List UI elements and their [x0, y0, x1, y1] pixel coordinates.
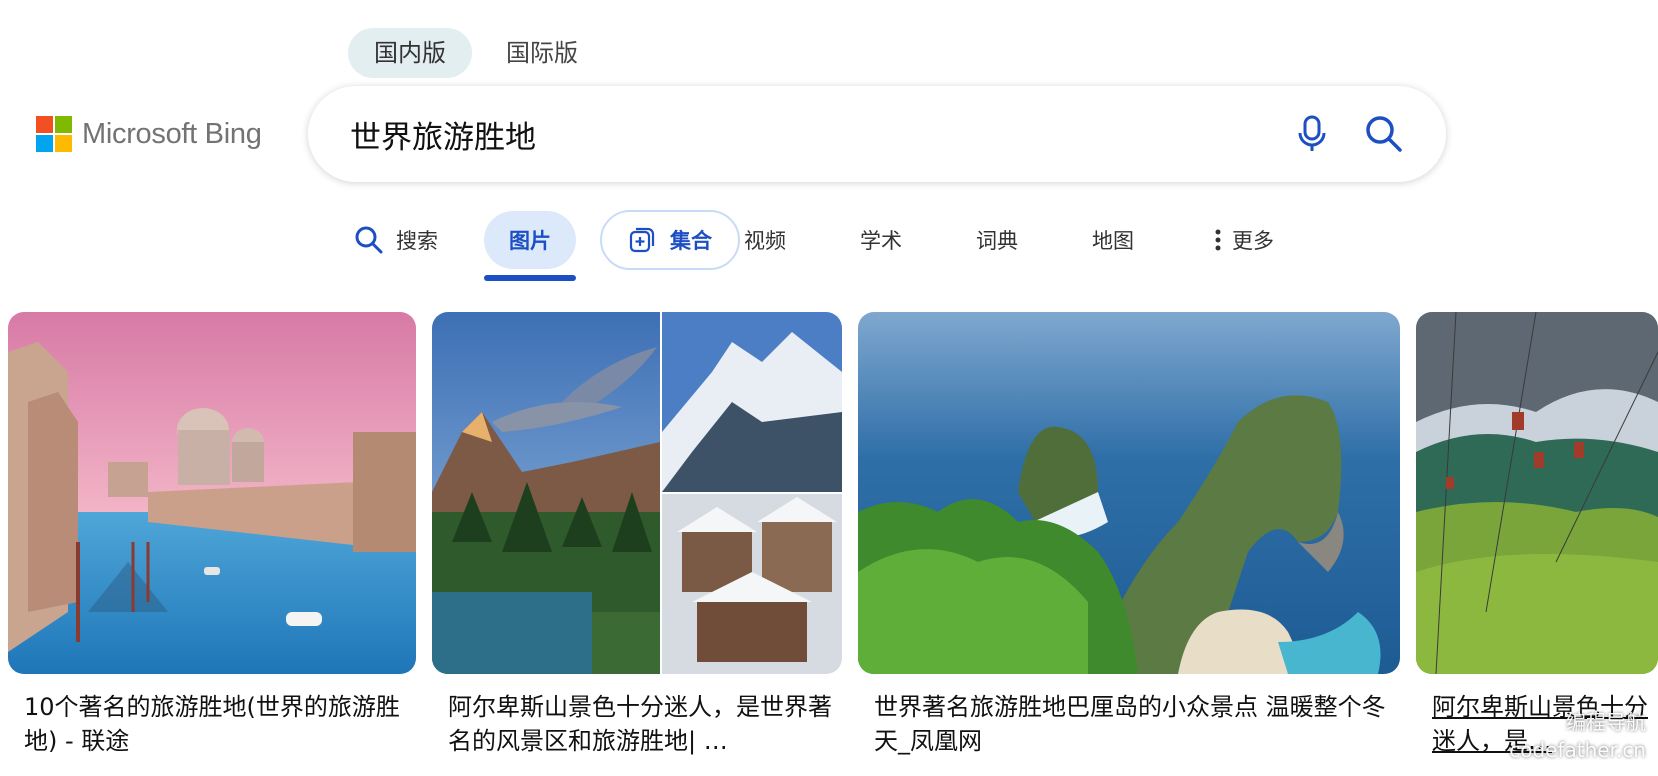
vertical-dots-icon	[1215, 229, 1221, 251]
tab-label: 图片	[509, 229, 551, 253]
image-result[interactable]: 阿尔卑斯山景色十分迷人，是…	[1416, 312, 1658, 776]
tab-label: 更多	[1232, 229, 1274, 253]
tab-label: 词典	[976, 229, 1018, 253]
watermark-line1: 编程导航	[1566, 710, 1646, 734]
microsoft-logo-icon	[36, 116, 72, 152]
tab-images[interactable]: 图片	[484, 211, 576, 281]
result-image[interactable]	[858, 312, 1400, 674]
tab-search[interactable]: 搜索	[350, 211, 476, 269]
vertical-tabs: 搜索 图片 集合 视频 学术 词典 地图 更多	[350, 210, 1274, 281]
logo-text: Microsoft Bing	[82, 117, 262, 150]
voice-search-button[interactable]	[1288, 110, 1336, 158]
search-box	[308, 86, 1446, 182]
tab-dictionary[interactable]: 词典	[972, 211, 1088, 269]
tab-collections[interactable]: 集合	[600, 210, 740, 270]
bing-images-page: 国内版 国际版 Microsoft Bing 世界旅游胜地 搜索 图片 集合 视…	[0, 0, 1658, 776]
bing-logo[interactable]: Microsoft Bing	[36, 116, 262, 152]
search-button[interactable]	[1360, 110, 1408, 158]
watermark-line2: codefather.cn	[1509, 738, 1646, 762]
search-icon	[1366, 116, 1402, 152]
image-result[interactable]: 阿尔卑斯山景色十分迷人，是世界著名的风景区和旅游胜地| …	[432, 312, 842, 776]
result-image[interactable]	[8, 312, 416, 674]
collection-add-icon	[629, 227, 655, 253]
microphone-icon	[1298, 115, 1326, 151]
result-image[interactable]	[432, 312, 842, 674]
tab-label: 搜索	[396, 229, 438, 253]
image-result[interactable]: 10个著名的旅游胜地(世界的旅游胜地) - 联途	[8, 312, 416, 776]
tab-maps[interactable]: 地图	[1088, 211, 1204, 269]
search-input[interactable]	[350, 116, 1288, 152]
tab-label: 地图	[1092, 229, 1134, 253]
tab-label: 集合	[670, 229, 712, 253]
result-image[interactable]	[1416, 312, 1658, 674]
region-domestic-button[interactable]: 国内版	[348, 28, 472, 78]
watermark: 编程导航 codefather.cn	[1509, 708, 1646, 764]
tab-more[interactable]: 更多	[1204, 211, 1274, 269]
region-international-button[interactable]: 国际版	[480, 28, 604, 78]
result-caption[interactable]: 世界著名旅游胜地巴厘岛的小众景点 温暖整个冬天_凤凰网	[874, 690, 1392, 758]
tab-label: 视频	[744, 229, 786, 253]
result-caption[interactable]: 阿尔卑斯山景色十分迷人，是世界著名的风景区和旅游胜地| …	[448, 690, 834, 758]
tab-label: 学术	[860, 229, 902, 253]
search-icon	[355, 226, 383, 254]
region-switch: 国内版 国际版	[348, 28, 604, 78]
tab-videos[interactable]: 视频	[740, 211, 856, 269]
tab-academic[interactable]: 学术	[856, 211, 972, 269]
image-result[interactable]: 世界著名旅游胜地巴厘岛的小众景点 温暖整个冬天_凤凰网	[858, 312, 1400, 776]
result-caption[interactable]: 10个著名的旅游胜地(世界的旅游胜地) - 联途	[24, 690, 408, 758]
